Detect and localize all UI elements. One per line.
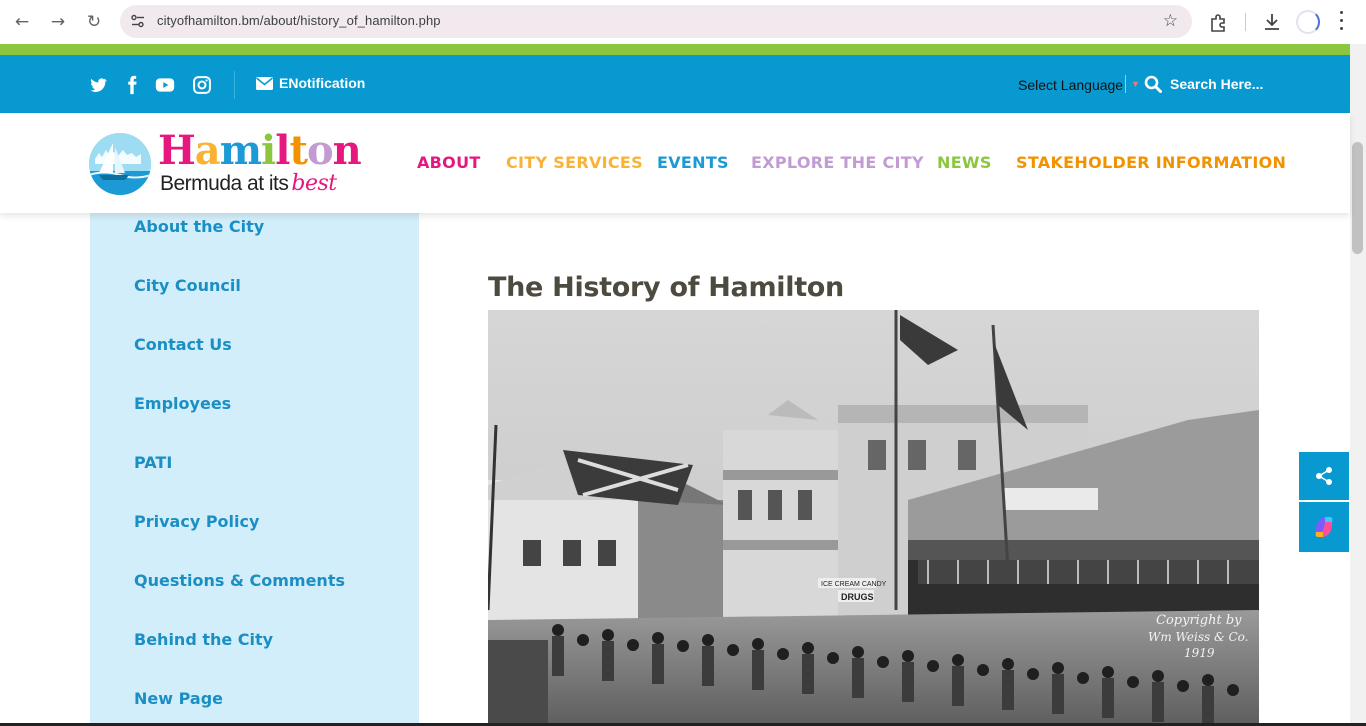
language-select[interactable]: Select Language: [1018, 77, 1123, 93]
logo-tagline: Bermuda at its best: [160, 171, 337, 196]
logo-letter: a: [194, 127, 221, 174]
sailboat-logo-icon: [89, 133, 151, 195]
sign-icecream-text: ICE CREAM CANDY: [821, 581, 887, 588]
language-caret-icon[interactable]: ▼: [1131, 79, 1140, 89]
sidebar-item-new-page[interactable]: New Page: [134, 689, 223, 708]
share-button[interactable]: [1299, 452, 1349, 500]
sidebar-nav: About the City City Council Contact Us E…: [90, 213, 419, 726]
historical-photo: ICE CREAM CANDY DRUGS Copyright by Wm We…: [488, 310, 1259, 726]
nav-stakeholder-information[interactable]: STAKEHOLDER INFORMATION: [1016, 153, 1286, 172]
tagline-text: Bermuda at its: [160, 172, 289, 195]
toolbar-divider: [1245, 13, 1246, 31]
browser-toolbar: ← → ↻ cityofhamilton.bm/about/history_of…: [0, 0, 1366, 44]
sidebar-item-questions-comments[interactable]: Questions & Comments: [134, 571, 345, 590]
language-divider: [1125, 75, 1126, 93]
reload-icon[interactable]: ↻: [82, 10, 106, 34]
sign-drugs-text: DRUGS: [841, 592, 874, 602]
url-text[interactable]: cityofhamilton.bm/about/history_of_hamil…: [157, 13, 441, 28]
nav-about[interactable]: ABOUT: [417, 153, 481, 172]
sidebar-item-about-the-city[interactable]: About the City: [134, 217, 264, 236]
facebook-icon[interactable]: [122, 75, 142, 95]
sidebar-item-behind-the-city[interactable]: Behind the City: [134, 630, 273, 649]
logo-letter: o: [306, 127, 334, 174]
nav-city-services[interactable]: CITY SERVICES: [506, 153, 643, 172]
bookmark-star-icon[interactable]: ☆: [1163, 11, 1178, 31]
download-icon[interactable]: [1261, 11, 1283, 33]
logo-letter: l: [275, 127, 290, 174]
accent-strip: [0, 44, 1350, 55]
search-trigger[interactable]: Search Here...: [1144, 75, 1263, 93]
site-settings-icon[interactable]: [130, 13, 146, 29]
nav-explore-the-city[interactable]: EXPLORE THE CITY: [751, 153, 924, 172]
sidebar-item-employees[interactable]: Employees: [134, 394, 231, 413]
search-label: Search Here...: [1170, 76, 1264, 92]
youtube-icon[interactable]: [155, 75, 175, 95]
twitter-icon[interactable]: [88, 75, 108, 95]
logo-wordmark[interactable]: Hamilton: [158, 131, 362, 171]
street-parade-photo: ICE CREAM CANDY DRUGS Copyright by Wm We…: [488, 310, 1259, 726]
logo-letter: m: [219, 127, 262, 174]
share-icon: [1316, 467, 1332, 485]
tagline-accent: best: [291, 171, 337, 196]
envelope-icon: [256, 76, 273, 90]
copilot-icon: [1315, 517, 1333, 537]
enotification-label: ENotification: [279, 75, 366, 91]
logo-letter: n: [332, 127, 362, 174]
nav-events[interactable]: EVENTS: [657, 153, 729, 172]
photo-copyright-line2: Wm Weiss & Co.: [1148, 630, 1248, 644]
extensions-icon[interactable]: [1208, 11, 1230, 33]
photo-copyright-line3: 1919: [1184, 646, 1215, 660]
forward-icon[interactable]: →: [46, 10, 70, 34]
page-title: The History of Hamilton: [488, 272, 844, 303]
address-bar[interactable]: cityofhamilton.bm/about/history_of_hamil…: [120, 5, 1192, 38]
enotification-link[interactable]: ENotification: [256, 75, 365, 91]
photo-copyright-line1: Copyright by: [1156, 613, 1242, 628]
site-header: Hamilton Bermuda at its best ABOUT CITY S…: [0, 113, 1350, 213]
logo-letter: t: [289, 127, 308, 174]
copilot-button[interactable]: [1299, 502, 1349, 552]
logo-emblem[interactable]: [89, 133, 151, 195]
nav-news[interactable]: NEWS: [937, 153, 992, 172]
search-icon: [1144, 75, 1162, 93]
profile-avatar[interactable]: [1296, 10, 1320, 34]
top-utility-bar: ENotification Select Language ▼ Search H…: [0, 55, 1350, 113]
logo-letter: i: [261, 127, 276, 174]
sidebar-item-contact-us[interactable]: Contact Us: [134, 335, 232, 354]
scrollbar-thumb[interactable]: [1352, 142, 1363, 254]
sidebar-item-privacy-policy[interactable]: Privacy Policy: [134, 512, 259, 531]
social-divider: [234, 71, 235, 99]
back-icon[interactable]: ←: [10, 10, 34, 34]
instagram-icon[interactable]: [192, 75, 212, 95]
browser-menu-icon[interactable]: [1340, 11, 1344, 31]
sidebar-item-pati[interactable]: PATI: [134, 453, 172, 472]
logo-letter: H: [158, 127, 196, 174]
sidebar-item-city-council[interactable]: City Council: [134, 276, 241, 295]
